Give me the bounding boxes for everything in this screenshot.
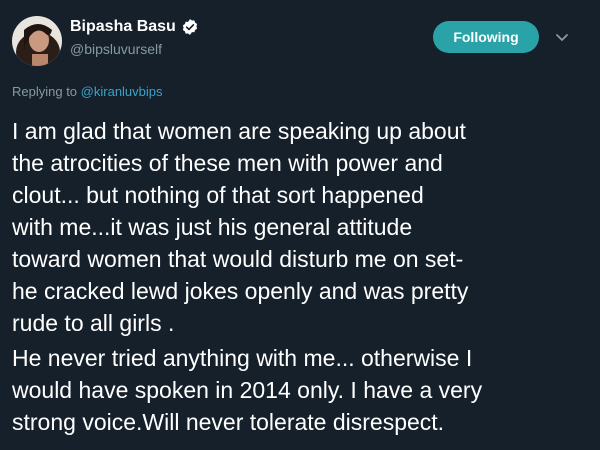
author-handle[interactable]: @bipsluvurself	[70, 41, 199, 57]
tweet-header: Bipasha Basu @bipsluvurself Following	[12, 12, 588, 68]
display-name-row: Bipasha Basu	[70, 16, 199, 38]
verified-badge-icon	[181, 18, 199, 36]
avatar-image	[12, 16, 62, 66]
replying-to-label: Replying to	[12, 84, 78, 99]
following-button[interactable]: Following	[433, 21, 539, 53]
tweet: Bipasha Basu @bipsluvurself Following Re…	[0, 0, 600, 450]
replying-to: Replying to @kiranluvbips	[12, 84, 163, 99]
reply-target-link[interactable]: @kiranluvbips	[81, 84, 163, 99]
tweet-text-paragraph-1: I am glad that women are speaking up abo…	[12, 118, 469, 336]
chevron-down-icon[interactable]	[553, 28, 571, 46]
display-name[interactable]: Bipasha Basu	[70, 18, 176, 36]
tweet-text-paragraph-2: He never tried anything with me... other…	[12, 345, 483, 435]
avatar[interactable]	[12, 16, 62, 66]
author-names: Bipasha Basu @bipsluvurself	[70, 16, 199, 57]
